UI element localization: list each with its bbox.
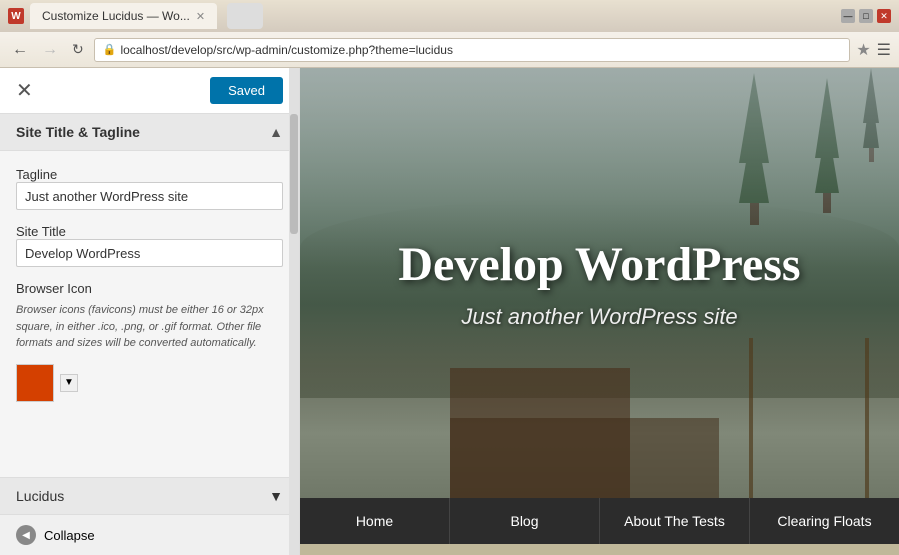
lock-icon: 🔒 [103, 43, 117, 56]
saved-button[interactable]: Saved [210, 77, 283, 104]
reload-button[interactable]: ↻ [68, 39, 88, 60]
tab-title: Customize Lucidus — Wo... [42, 9, 190, 23]
close-button[interactable]: ✕ [877, 9, 891, 23]
section-title-bar: Site Title & Tagline ▲ [0, 114, 299, 151]
tagline-input[interactable] [16, 182, 283, 210]
nav-bar: ← → ↻ 🔒 localhost/develop/src/wp-admin/c… [0, 32, 899, 68]
close-customizer-button[interactable]: ✕ [16, 78, 33, 103]
collapse-label: Collapse [44, 528, 95, 543]
bookmark-icon[interactable]: ★ [856, 40, 870, 60]
nav-item-about-the-tests[interactable]: About The Tests [600, 498, 750, 544]
menu-icon[interactable]: ☰ [877, 40, 891, 60]
hero-subtitle: Just another WordPress site [398, 304, 800, 330]
browser-icon-label: Browser Icon [16, 281, 283, 296]
customizer-panel: ✕ Saved Site Title & Tagline ▲ Tagline S… [0, 68, 300, 555]
browser-favicon: W [8, 8, 24, 24]
section-title: Site Title & Tagline [16, 124, 140, 140]
collapse-icon: ◀ [16, 525, 36, 545]
hero-section: Develop WordPress Just another WordPress… [300, 68, 899, 498]
address-bar[interactable]: 🔒 localhost/develop/src/wp-admin/customi… [94, 38, 851, 62]
color-dropdown-button[interactable]: ▼ [60, 374, 78, 392]
window-controls: — □ ✕ [841, 9, 891, 23]
panel-body: Tagline Site Title Browser Icon Browser … [0, 151, 299, 477]
url-text: localhost/develop/src/wp-admin/customize… [120, 43, 841, 57]
back-button[interactable]: ← [8, 39, 32, 61]
content-area: ✕ Saved Site Title & Tagline ▲ Tagline S… [0, 68, 899, 555]
site-title-input[interactable] [16, 239, 283, 267]
nav-item-home[interactable]: Home [300, 498, 450, 544]
section-collapse-icon[interactable]: ▲ [269, 124, 283, 140]
site-title-label: Site Title [16, 224, 66, 239]
tab-close-icon[interactable]: ✕ [196, 10, 205, 23]
tagline-label: Tagline [16, 167, 57, 182]
title-bar: W Customize Lucidus — Wo... ✕ — □ ✕ [0, 0, 899, 32]
browser-tab[interactable]: Customize Lucidus — Wo... ✕ [30, 3, 217, 29]
preview-navigation: Home Blog About The Tests Clearing Float… [300, 498, 899, 544]
hero-text: Develop WordPress Just another WordPress… [398, 237, 800, 330]
forward-button[interactable]: → [38, 39, 62, 61]
lucidus-section[interactable]: Lucidus ▼ [0, 477, 299, 514]
color-swatch-row: ▼ [16, 364, 283, 402]
nav-item-blog[interactable]: Blog [450, 498, 600, 544]
minimize-button[interactable]: — [841, 9, 855, 23]
browser-icon-description: Browser icons (favicons) must be either … [16, 302, 283, 352]
nav-item-clearing-floats[interactable]: Clearing Floats [750, 498, 899, 544]
lucidus-expand-icon[interactable]: ▼ [269, 488, 283, 504]
panel-scrollbar[interactable] [289, 68, 299, 555]
new-tab-area[interactable] [227, 3, 263, 29]
hero-title: Develop WordPress [398, 237, 800, 292]
collapse-button[interactable]: ◀ Collapse [0, 514, 299, 555]
color-swatch[interactable] [16, 364, 54, 402]
panel-header: ✕ Saved [0, 68, 299, 114]
lucidus-label: Lucidus [16, 488, 64, 504]
browser-frame: W Customize Lucidus — Wo... ✕ — □ ✕ ← → … [0, 0, 899, 555]
scrollbar-thumb[interactable] [290, 114, 298, 234]
preview-area: Develop WordPress Just another WordPress… [300, 68, 899, 555]
maximize-button[interactable]: □ [859, 9, 873, 23]
